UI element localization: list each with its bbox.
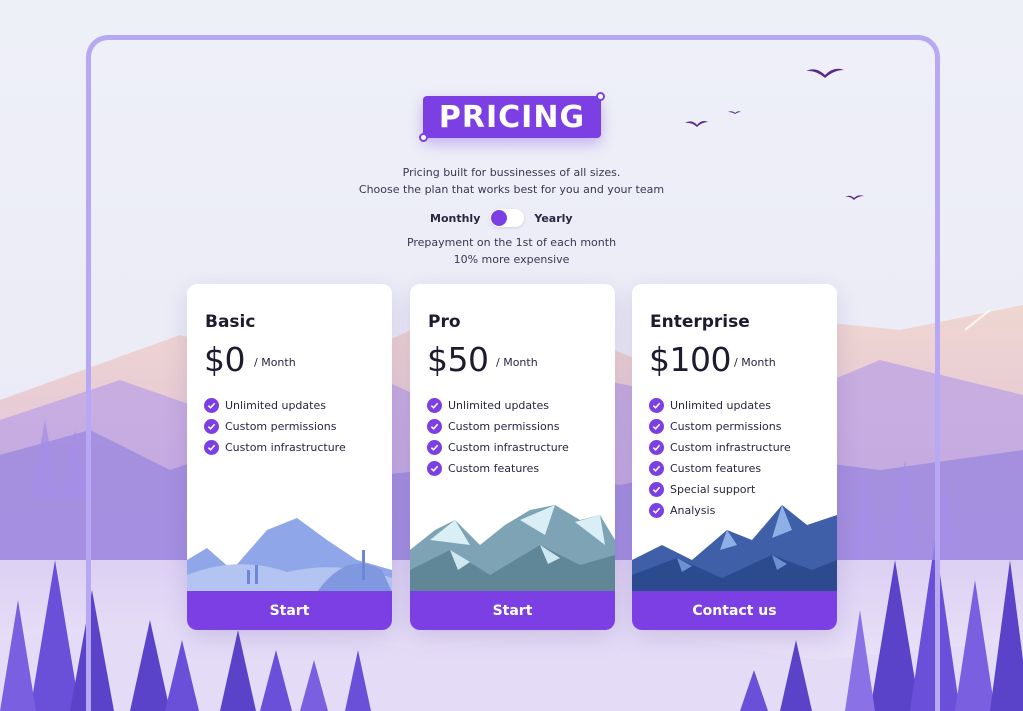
billing-monthly-label[interactable]: Monthly [430, 212, 480, 225]
feature-label: Custom infrastructure [670, 441, 791, 454]
feature-label: Custom infrastructure [448, 441, 569, 454]
feature-label: Custom permissions [225, 420, 337, 433]
start-button-basic[interactable]: Start [187, 591, 392, 630]
plan-period: / Month [734, 356, 776, 369]
feature-item: Unlimited updates [204, 395, 346, 416]
check-icon [649, 440, 664, 455]
plan-name: Enterprise [650, 312, 750, 332]
contact-us-button[interactable]: Contact us [632, 591, 837, 630]
billing-note-line-1: Prepayment on the 1st of each month [406, 236, 617, 249]
plan-name: Basic [205, 312, 256, 332]
billing-yearly-label[interactable]: Yearly [534, 212, 572, 225]
feature-item: Custom permissions [204, 416, 346, 437]
feature-label: Custom features [448, 462, 540, 475]
plan-period: / Month [496, 356, 538, 369]
feature-item: Custom permissions [427, 416, 569, 437]
billing-toggle-row: Monthly Yearly [430, 208, 590, 228]
check-icon [204, 398, 219, 413]
feature-label: Unlimited updates [448, 399, 549, 412]
billing-period-toggle[interactable] [490, 209, 525, 227]
feature-item: Custom permissions [649, 416, 791, 437]
feature-item: Custom infrastructure [427, 437, 569, 458]
feature-label: Custom permissions [448, 420, 560, 433]
plan-card-pro: Pro $50 / Month Unlimited updates Custom… [410, 284, 615, 630]
plan-price: $100 [649, 340, 731, 379]
pricing-title-badge: PRICING [419, 92, 605, 142]
feature-item: Unlimited updates [427, 395, 569, 416]
plan-illustration-peaks [632, 505, 837, 592]
feature-item: Unlimited updates [649, 395, 791, 416]
check-icon [204, 440, 219, 455]
feature-label: Special support [670, 483, 756, 496]
check-icon [204, 419, 219, 434]
check-icon [649, 482, 664, 497]
feature-item: Custom infrastructure [204, 437, 346, 458]
feature-item: Custom infrastructure [649, 437, 791, 458]
toggle-knob [491, 210, 508, 226]
start-button-pro[interactable]: Start [410, 591, 615, 630]
page-title: PRICING [438, 99, 586, 135]
check-icon [427, 461, 442, 476]
feature-label: Unlimited updates [225, 399, 326, 412]
subtitle-line-1: Pricing built for bussinesses of all siz… [402, 166, 621, 179]
billing-note-line-2: 10% more expensive [453, 253, 570, 266]
plan-illustration-mountains [410, 505, 615, 592]
feature-item: Special support [649, 479, 791, 500]
check-icon [649, 398, 664, 413]
badge-corner-dot [419, 133, 428, 142]
check-icon [427, 419, 442, 434]
subtitle-line-2: Choose the plan that works best for you … [358, 183, 665, 196]
check-icon [427, 440, 442, 455]
plan-card-basic: Basic $0 / Month Unlimited updates Custo… [187, 284, 392, 630]
feature-label: Custom infrastructure [225, 441, 346, 454]
plan-period: / Month [254, 356, 296, 369]
feature-list: Unlimited updates Custom permissions Cus… [204, 395, 346, 458]
plan-illustration-hills [187, 518, 392, 592]
check-icon [649, 419, 664, 434]
feature-label: Unlimited updates [670, 399, 771, 412]
plan-name: Pro [428, 312, 461, 332]
feature-label: Custom features [670, 462, 762, 475]
check-icon [649, 461, 664, 476]
feature-list: Unlimited updates Custom permissions Cus… [427, 395, 569, 479]
feature-item: Custom features [427, 458, 569, 479]
plan-card-enterprise: Enterprise $100 / Month Unlimited update… [632, 284, 837, 630]
feature-item: Custom features [649, 458, 791, 479]
plan-price: $50 [427, 340, 489, 379]
badge-corner-dot [596, 92, 605, 101]
check-icon [427, 398, 442, 413]
feature-label: Custom permissions [670, 420, 782, 433]
plan-price: $0 [204, 340, 246, 379]
